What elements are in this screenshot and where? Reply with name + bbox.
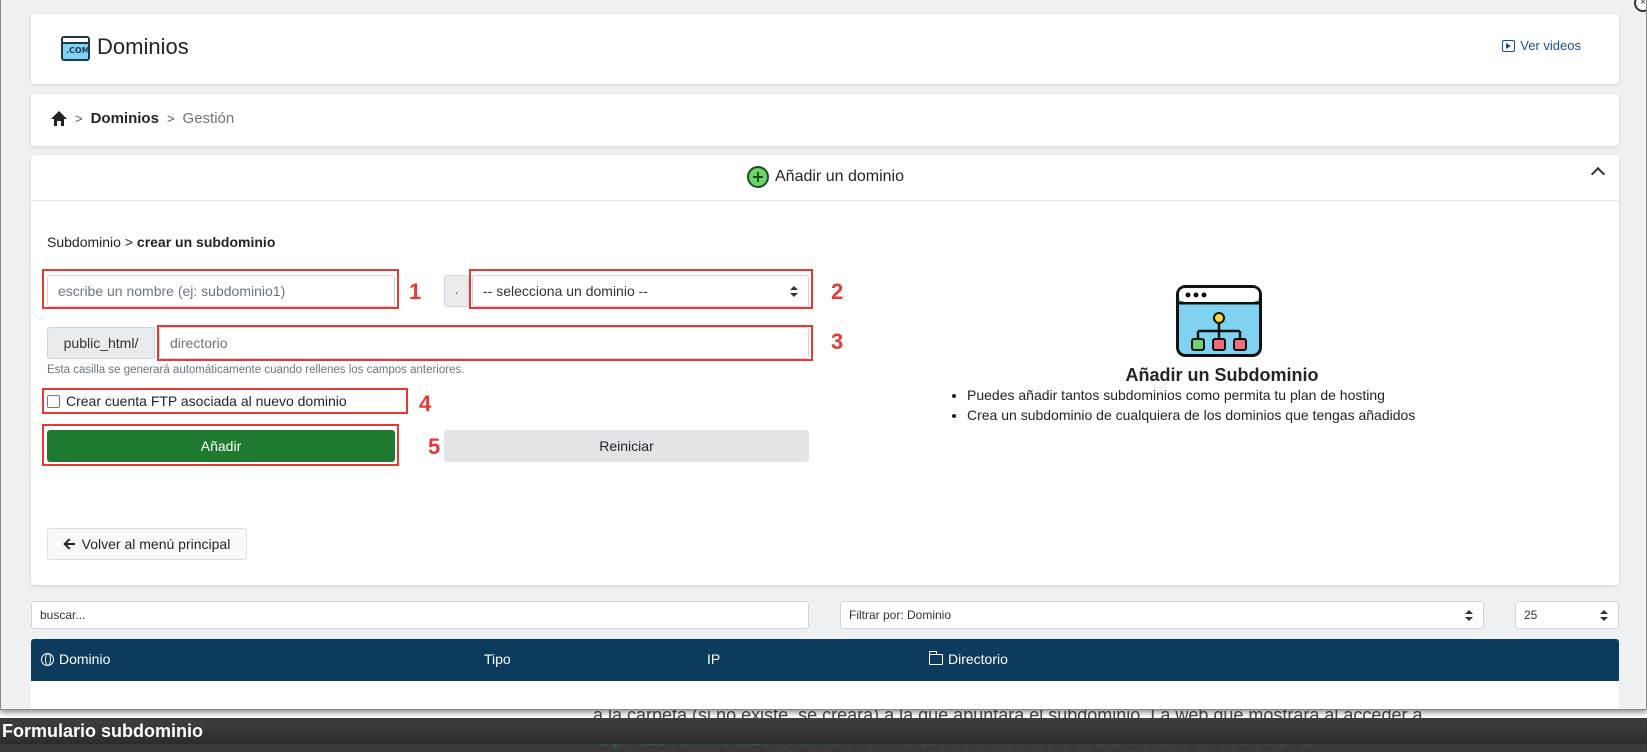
- public-html-prefix: public_html/: [47, 327, 155, 359]
- back-button[interactable]: Volver al menú principal: [47, 528, 247, 560]
- column-dominio-label: Dominio: [59, 651, 111, 667]
- page-size-select[interactable]: 25: [1515, 601, 1619, 629]
- annotation-number-5: 5: [428, 434, 441, 459]
- annotation-box-1: [42, 269, 399, 309]
- add-domain-panel: Añadir un dominio Subdominio > crear un …: [31, 155, 1619, 585]
- screenshot-window: .COM Dominios Ver videos > Dominios > Ge…: [0, 0, 1647, 710]
- caption-text: Formulario subdominio: [2, 721, 203, 741]
- breadcrumb-separator: >: [75, 111, 83, 126]
- column-ip-label: IP: [707, 651, 721, 667]
- panel-header[interactable]: Añadir un dominio: [31, 155, 1619, 201]
- folder-icon: [929, 650, 943, 665]
- column-ip[interactable]: IP: [707, 651, 720, 667]
- reset-button[interactable]: Reiniciar: [444, 430, 809, 462]
- select-arrows-icon: [1465, 610, 1473, 622]
- annotation-number-1: 1: [409, 279, 422, 304]
- info-list: Puedes añadir tantos subdominios como pe…: [949, 385, 1415, 425]
- videos-label: Ver videos: [1520, 38, 1581, 53]
- annotation-box-2: [469, 269, 813, 309]
- videos-link[interactable]: Ver videos: [1502, 38, 1581, 53]
- column-directorio[interactable]: Directorio: [929, 650, 1008, 667]
- subcrumb-parent[interactable]: Subdominio: [47, 234, 121, 250]
- column-tipo[interactable]: Tipo: [484, 651, 511, 667]
- info-bullet: Crea un subdominio de cualquiera de los …: [967, 405, 1415, 425]
- breadcrumb: > Dominios > Gestión: [51, 110, 234, 127]
- subcrumb-separator: >: [124, 234, 134, 250]
- chevron-up-icon[interactable]: [1590, 166, 1606, 182]
- plus-icon: [747, 166, 769, 188]
- domain-com-icon: .COM: [61, 36, 90, 61]
- column-directorio-label: Directorio: [948, 651, 1008, 667]
- dot-addon: .: [444, 275, 469, 307]
- annotation-box-5: [42, 424, 399, 466]
- annotation-box-4: [42, 388, 408, 414]
- annotation-box-3: [157, 325, 813, 361]
- annotation-number-4: 4: [419, 391, 432, 416]
- page-size-value: 25: [1524, 608, 1538, 622]
- breadcrumb-dominios[interactable]: Dominios: [91, 110, 159, 127]
- home-icon[interactable]: [51, 110, 67, 127]
- panel-title-text: Añadir un dominio: [775, 168, 904, 185]
- column-tipo-label: Tipo: [484, 651, 511, 667]
- video-icon: [1502, 39, 1516, 52]
- close-icon[interactable]: ×: [1634, 0, 1646, 12]
- directory-help-text: Esta casilla se generará automáticamente…: [47, 364, 465, 376]
- search-input[interactable]: buscar...: [31, 601, 809, 629]
- annotation-number-2: 2: [831, 279, 844, 304]
- select-arrows-icon: [1600, 610, 1608, 622]
- column-dominio[interactable]: Dominio: [41, 651, 110, 667]
- globe-icon: [41, 652, 54, 666]
- page-title: Dominios: [97, 34, 189, 59]
- breadcrumb-separator: >: [166, 111, 175, 126]
- arrow-left-icon: [64, 538, 76, 550]
- annotation-number-3: 3: [831, 329, 844, 354]
- info-title: Añadir un Subdominio: [1125, 365, 1319, 385]
- domains-table-header: Dominio Tipo IP Directorio: [31, 639, 1619, 681]
- breadcrumb-current: Gestión: [182, 110, 235, 127]
- panel-title: Añadir un dominio: [747, 166, 904, 188]
- filter-select[interactable]: Filtrar por: Dominio: [840, 601, 1484, 629]
- header-card: .COM Dominios Ver videos: [31, 14, 1619, 84]
- subcrumb-current: crear un subdominio: [136, 234, 276, 250]
- subdomain-sitemap-icon: [1176, 285, 1262, 357]
- back-button-label: Volver al menú principal: [81, 536, 231, 552]
- filter-select-value: Filtrar por: Dominio: [849, 608, 952, 622]
- caption-bar: [0, 718, 1647, 744]
- domains-table-body: [31, 681, 1619, 709]
- subdomain-breadcrumb: Subdominio > crear un subdominio: [47, 234, 275, 250]
- info-bullet: Puedes añadir tantos subdominios como pe…: [967, 385, 1415, 405]
- breadcrumb-card: > Dominios > Gestión: [31, 94, 1619, 146]
